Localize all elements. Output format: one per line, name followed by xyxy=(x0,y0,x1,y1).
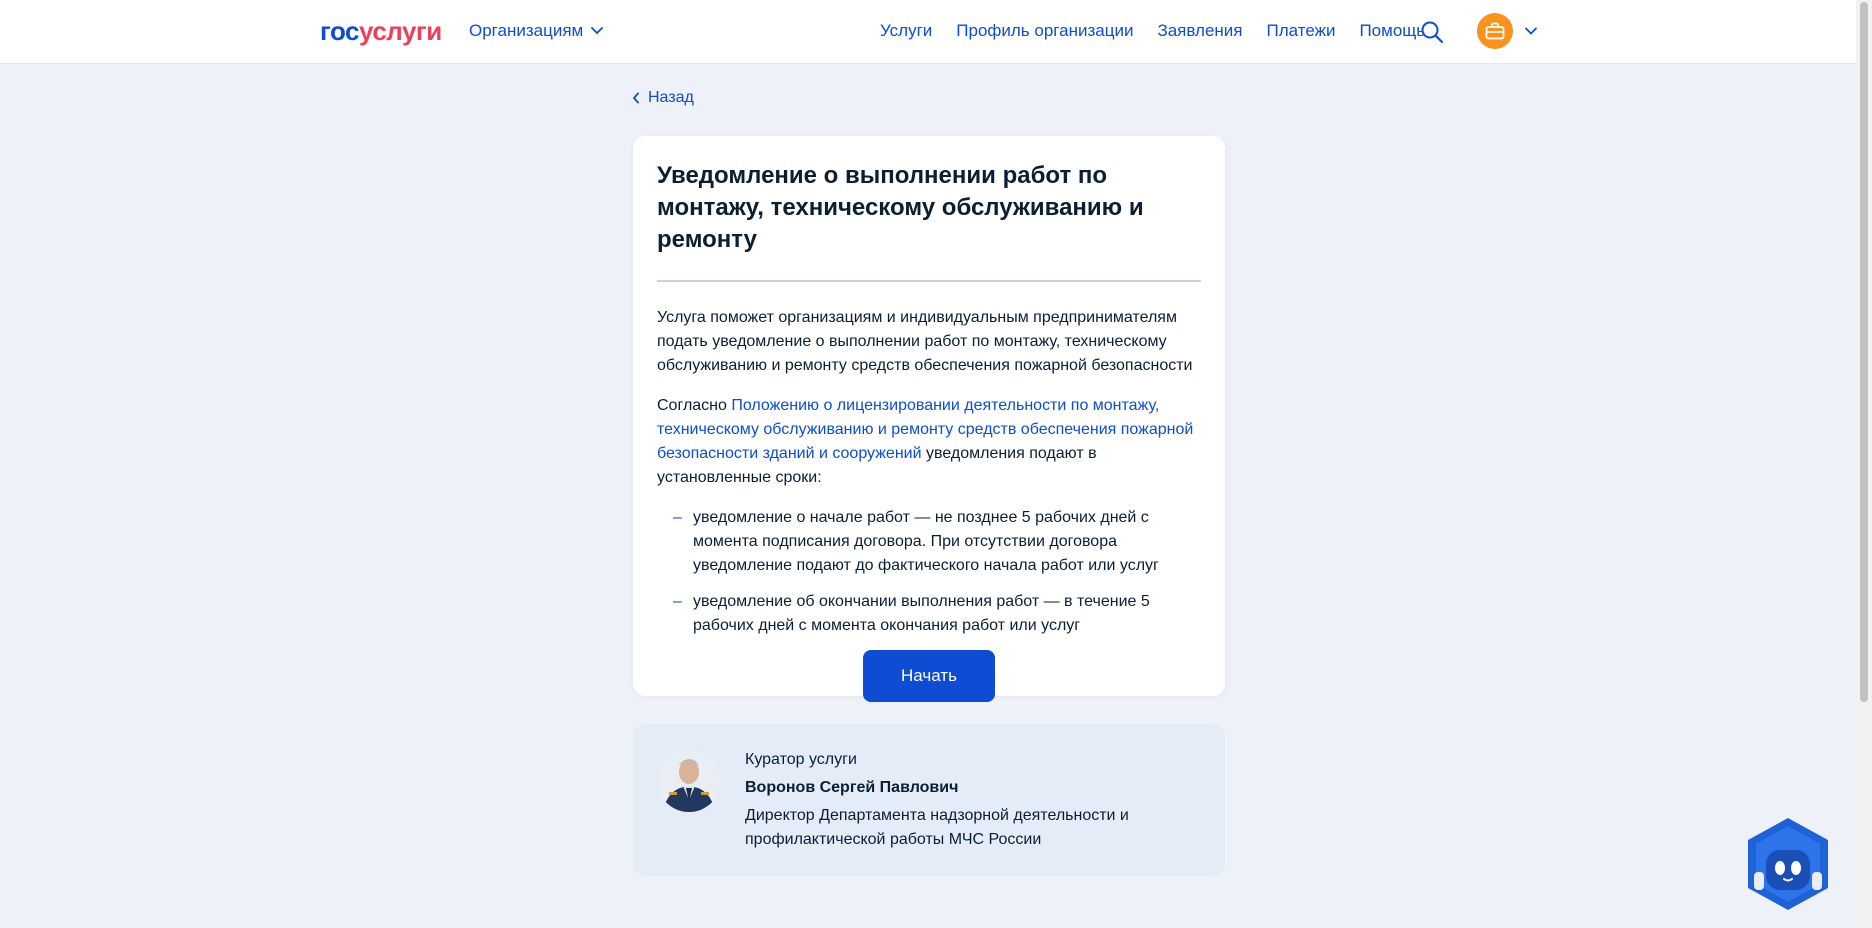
organizations-menu-label: Организациям xyxy=(469,21,584,40)
list-item: – уведомление о начале работ — не позднее… xyxy=(673,506,1201,578)
logo-part-gos: гос xyxy=(320,16,360,46)
chat-assistant-robot-icon[interactable] xyxy=(1744,816,1832,912)
service-card: Уведомление о выполнении работ по монтаж… xyxy=(633,136,1225,702)
organizations-menu[interactable]: Организациям xyxy=(469,21,604,41)
nav-org-profile[interactable]: Профиль организации xyxy=(956,21,1133,41)
nav-help[interactable]: Помощь xyxy=(1359,21,1425,41)
list-item-text: уведомление о начале работ — не позднее … xyxy=(693,509,1159,574)
organization-profile-avatar[interactable] xyxy=(1477,13,1513,49)
according-prefix: Согласно xyxy=(657,397,727,414)
chevron-down-icon[interactable] xyxy=(1524,24,1538,38)
curator-name: Воронов Сергей Павлович xyxy=(745,779,959,796)
service-title: Уведомление о выполнении работ по монтаж… xyxy=(657,160,1201,282)
back-link-label: Назад xyxy=(648,89,694,106)
service-according: Согласно Положению о лицензировании деят… xyxy=(657,394,1201,490)
logo-part-uslugi: услуги xyxy=(359,16,442,46)
curator-label: Куратор услуги xyxy=(745,751,857,768)
top-header: госуслуги Организациям Услуги Профиль ор… xyxy=(0,0,1856,64)
main-nav: Услуги Профиль организации Заявления Пла… xyxy=(880,21,1425,41)
person-photo-icon xyxy=(657,748,721,812)
curator-card: Куратор услуги Воронов Сергей Павлович Д… xyxy=(633,724,1225,876)
curator-info: Куратор услуги Воронов Сергей Павлович Д… xyxy=(745,748,1185,852)
back-link[interactable]: Назад xyxy=(632,89,694,107)
nav-payments[interactable]: Платежи xyxy=(1267,21,1336,41)
dash-bullet: – xyxy=(673,509,682,526)
scrollbar-thumb[interactable] xyxy=(1860,2,1868,702)
start-button[interactable]: Начать xyxy=(863,650,995,702)
list-item: – уведомление об окончании выполнения раб… xyxy=(673,590,1201,638)
list-item-text: уведомление об окончании выполнения рабо… xyxy=(693,593,1150,634)
dash-bullet: – xyxy=(673,593,682,610)
curator-position: Директор Департамента надзорной деятельн… xyxy=(745,807,1129,848)
gosuslugi-logo[interactable]: госуслуги xyxy=(320,16,442,47)
curator-photo xyxy=(657,748,721,812)
nav-services[interactable]: Услуги xyxy=(880,21,932,41)
nav-applications[interactable]: Заявления xyxy=(1157,21,1242,41)
chevron-down-icon xyxy=(591,27,604,35)
service-intro: Услуга поможет организациям и индивидуал… xyxy=(657,309,1193,374)
deadlines-list: – уведомление о начале работ — не позднее… xyxy=(657,506,1201,638)
briefcase-icon xyxy=(1485,22,1505,40)
chevron-left-icon xyxy=(632,92,639,104)
search-icon[interactable] xyxy=(1420,20,1444,44)
